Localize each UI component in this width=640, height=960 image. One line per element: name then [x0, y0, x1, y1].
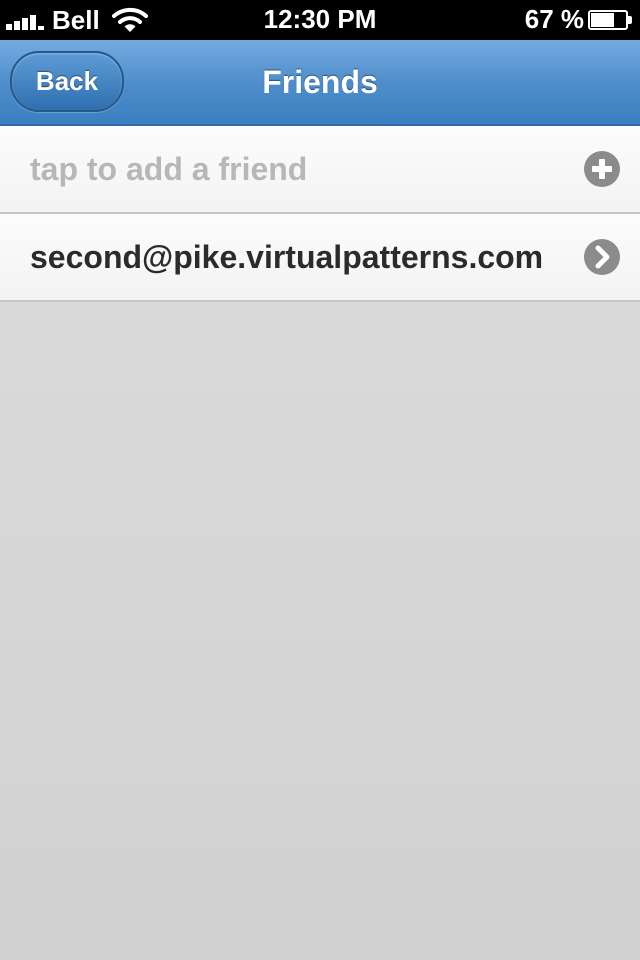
chevron-right-icon[interactable]	[584, 239, 620, 275]
friends-list: tap to add a friend second@pike.virtualp…	[0, 126, 640, 302]
screen: Bell 12:30 PM 67 % Back Friends tap to a…	[0, 0, 640, 960]
friend-email: second@pike.virtualpatterns.com	[30, 239, 544, 275]
add-friend-placeholder: tap to add a friend	[30, 151, 308, 187]
add-friend-row[interactable]: tap to add a friend	[0, 126, 640, 214]
battery-percentage: 67 %	[524, 4, 584, 34]
battery-icon	[588, 10, 632, 30]
back-button[interactable]: Back	[10, 51, 124, 112]
friend-row[interactable]: second@pike.virtualpatterns.com	[0, 214, 640, 302]
status-bar: Bell 12:30 PM 67 %	[0, 0, 640, 40]
page-title: Friends	[262, 64, 378, 100]
navigation-bar: Back Friends	[0, 40, 640, 126]
plus-circle-icon[interactable]	[584, 151, 620, 187]
